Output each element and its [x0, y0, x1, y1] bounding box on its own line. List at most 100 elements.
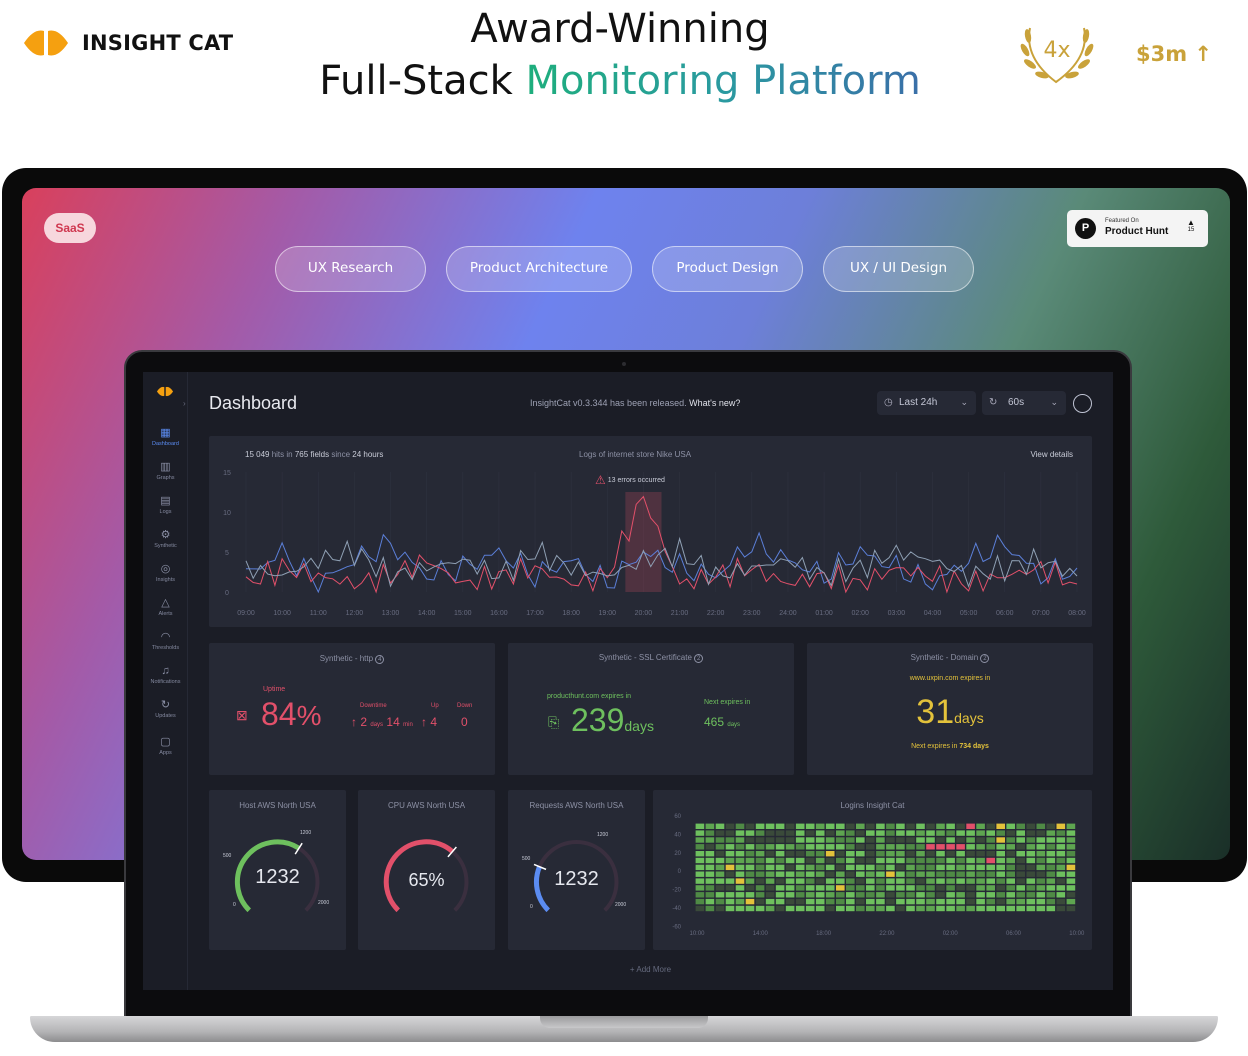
- brand-logo[interactable]: INSIGHT CAT: [22, 28, 233, 58]
- heatmap-cell: [705, 851, 715, 857]
- heatmap-cell: [745, 905, 755, 912]
- heatmap-cell: [825, 830, 835, 836]
- sidebar-item-insights[interactable]: ◎ Insights: [143, 563, 188, 583]
- heatmap-cell: [745, 871, 755, 877]
- heatmap-cell: [886, 837, 895, 843]
- info-icon[interactable]: 2: [980, 654, 990, 663]
- sidebar-item-updates[interactable]: ↻ Updates: [143, 699, 188, 719]
- heatmap-cell: [936, 864, 945, 871]
- heatmap-cell: [1056, 823, 1066, 829]
- refresh-interval-select[interactable]: ↻ 60s ⌄: [982, 391, 1066, 415]
- heatmap-cell: [715, 837, 725, 843]
- sidebar-item-apps[interactable]: ▢ Apps: [143, 736, 188, 756]
- pill-product-architecture[interactable]: Product Architecture: [446, 246, 632, 292]
- y-tick-label: 10: [223, 510, 231, 517]
- heatmap-cell: [986, 823, 995, 829]
- heatmap-cell: [966, 885, 975, 891]
- heatmap-cell: [976, 844, 985, 850]
- y-tick-label: 5: [225, 550, 229, 557]
- heatmap-cell: [976, 871, 985, 877]
- errors-notice: ⚠ 13 errors occurred: [595, 473, 665, 487]
- sidebar-expand-icon[interactable]: ›: [183, 399, 186, 408]
- time-range-select[interactable]: ◷ Last 24h ⌄: [877, 391, 976, 415]
- sidebar-item-label: Graphs: [156, 475, 175, 481]
- heatmap-cell: [775, 830, 785, 836]
- x-tick-label: 14:00: [418, 610, 436, 617]
- heatmap-cell: [695, 885, 705, 891]
- heatmap-cell: [755, 851, 765, 857]
- ssl-next-unit: days: [727, 722, 741, 728]
- heatmap-cell: [996, 885, 1005, 891]
- x-tick-label: 18:00: [562, 610, 580, 617]
- heatmap-cell: [976, 885, 985, 891]
- heatmap-cell: [705, 871, 715, 877]
- heatmap-cell: [916, 830, 925, 836]
- logs-line-chart: 09:00 10:00 11:00 12:00 13:00 14:00 15:00 16:00…: [223, 470, 1086, 617]
- heatmap-cell: [1006, 851, 1015, 857]
- sidebar-item-logs[interactable]: ▤ Logs: [143, 495, 188, 515]
- heatmap-cell: [795, 885, 805, 891]
- heatmap-cell: [876, 892, 885, 898]
- x-tick-label: 24:00: [779, 610, 797, 617]
- heatmap-cell: [876, 898, 885, 905]
- heatmap-cell: [836, 878, 845, 884]
- heatmap-cell: [996, 898, 1005, 905]
- uptime-number: 84: [261, 696, 297, 732]
- app-logo-icon[interactable]: [156, 386, 174, 397]
- logs-icon: ▤: [160, 495, 171, 507]
- y-tick-label: 0: [225, 590, 229, 597]
- heatmap-cell: [876, 871, 885, 877]
- heatmap-cell: [735, 857, 745, 864]
- heatmap-cell: [1056, 871, 1066, 877]
- heatmap-cell: [996, 892, 1005, 898]
- product-hunt-featured-label: Featured On: [1105, 218, 1139, 224]
- heatmap-cell: [866, 823, 875, 829]
- heatmap-cell: [775, 851, 785, 857]
- heatmap-cell: [825, 898, 835, 905]
- heatmap-cell: [815, 871, 825, 877]
- user-avatar-icon[interactable]: [1073, 394, 1092, 413]
- heatmap-cell: [775, 864, 785, 871]
- headline-line-1: Award-Winning: [470, 6, 770, 52]
- heatmap-cell: [856, 905, 865, 912]
- sidebar-item-alerts[interactable]: △ Alerts: [143, 597, 188, 617]
- heatmap-cell: [1016, 857, 1025, 864]
- sidebar-item-label: Apps: [159, 750, 172, 756]
- y-tick-label: -60: [672, 924, 681, 930]
- heatmap-cell: [1016, 823, 1025, 829]
- heatmap-cell: [695, 871, 705, 877]
- heatmap-cell: [886, 844, 895, 850]
- ssl-expires-label: producthunt.com expires in: [547, 693, 632, 700]
- pill-ux-research[interactable]: UX Research: [275, 246, 426, 292]
- heatmap-cell: [1036, 844, 1046, 850]
- heatmap-cell: [1046, 871, 1056, 877]
- heatmap-cell: [1056, 857, 1066, 864]
- heatmap-cell: [825, 857, 835, 864]
- heatmap-cell: [1066, 844, 1076, 850]
- heatmap-cell: [956, 830, 965, 836]
- heatmap-cell: [856, 837, 865, 843]
- heatmap-cell: [785, 878, 795, 884]
- info-icon[interactable]: 2: [694, 654, 704, 663]
- sidebar-item-synthetic[interactable]: ⚙ Synthetic: [143, 529, 188, 549]
- x-tick-label: 13:00: [382, 610, 400, 617]
- product-hunt-badge[interactable]: P Featured On Product Hunt ▲ 15: [1067, 210, 1208, 247]
- heatmap-cell: [715, 830, 725, 836]
- uptime-label: Uptime: [263, 686, 286, 693]
- pill-ux-ui-design[interactable]: UX / UI Design: [823, 246, 974, 292]
- sidebar-item-notifications[interactable]: ♫ Notifications: [143, 665, 188, 685]
- heatmap-cell: [705, 878, 715, 884]
- heatmap-cell: [1066, 871, 1076, 877]
- heatmap-cell: [896, 837, 905, 843]
- heatmap-cell: [876, 864, 885, 871]
- info-icon[interactable]: 4: [375, 655, 385, 664]
- whats-new-link[interactable]: What's new?: [689, 398, 740, 408]
- sidebar-item-dashboard[interactable]: ▦ Dashboard: [143, 427, 188, 447]
- heatmap-cell: [836, 871, 845, 877]
- heatmap-cell: [836, 898, 845, 905]
- pill-product-design[interactable]: Product Design: [652, 246, 803, 292]
- sidebar-item-graphs[interactable]: ▥ Graphs: [143, 461, 188, 481]
- add-more-button[interactable]: + Add More: [188, 965, 1113, 974]
- heatmap-cell: [1016, 837, 1025, 843]
- sidebar-item-thresholds[interactable]: ◠ Thresholds: [143, 631, 188, 651]
